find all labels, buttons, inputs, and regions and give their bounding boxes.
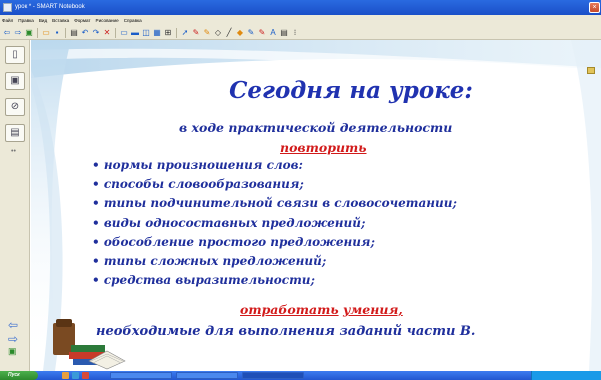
list-item: типы сложных предложений; — [92, 252, 457, 271]
page-folder-icon[interactable] — [587, 67, 595, 74]
open-icon[interactable]: ▭ — [41, 28, 51, 38]
start-button[interactable]: Пуск — [0, 371, 38, 380]
gallery-icon[interactable]: ▣ — [5, 72, 25, 90]
practice-keyword-line: отработать умения, — [240, 302, 403, 317]
pen-icon[interactable]: ✎ — [191, 28, 201, 38]
forward-icon[interactable]: ⇨ — [13, 28, 23, 38]
menu-bar: Файл Правка Вид Вставка Формат Рисование… — [0, 15, 601, 26]
notebook-page[interactable]: Сегодня на уроке: в ходе практической де… — [31, 40, 601, 371]
system-tray — [531, 371, 601, 380]
slide-title: Сегодня на уроке: — [229, 77, 473, 104]
more-icon[interactable]: ⁝ — [290, 28, 300, 38]
side-tab-bar: ▯ ▣ ⊘ ▤ •• ⇦ ⇨ ▣ — [0, 40, 30, 371]
window-title: урок * - SMART Notebook — [15, 4, 85, 10]
menu-file[interactable]: Файл — [2, 15, 13, 26]
capture-icon[interactable]: ▦ — [152, 28, 162, 38]
add-page-icon[interactable]: ▣ — [24, 28, 34, 38]
line-icon[interactable]: ╱ — [224, 28, 234, 38]
text-icon[interactable]: A — [268, 28, 278, 38]
taskbar-window-button-active[interactable] — [242, 372, 304, 379]
dual-page-icon[interactable]: ◫ — [141, 28, 151, 38]
menu-draw[interactable]: Рисование — [96, 15, 119, 26]
attachments-icon[interactable]: ⊘ — [5, 98, 25, 116]
paste-icon[interactable]: ▤ — [69, 28, 79, 38]
quicklaunch-icon[interactable] — [62, 372, 69, 379]
creative-pen-icon[interactable]: ✎ — [202, 28, 212, 38]
delete-icon[interactable]: ✕ — [102, 28, 112, 38]
properties-icon[interactable]: ▤ — [279, 28, 289, 38]
menu-format[interactable]: Формат — [74, 15, 90, 26]
shape-icon[interactable]: ◆ — [235, 28, 245, 38]
select-icon[interactable]: ➚ — [180, 28, 190, 38]
redo-icon[interactable]: ↷ — [91, 28, 101, 38]
repeat-keyword: повторить — [280, 140, 367, 155]
properties-icon[interactable]: ▤ — [5, 124, 25, 142]
undo-icon[interactable]: ↶ — [80, 28, 90, 38]
skills-keyword: умения, — [342, 302, 403, 317]
toolbar-divider — [176, 27, 177, 38]
toolbar-divider — [115, 27, 116, 38]
menu-edit[interactable]: Правка — [18, 15, 34, 26]
save-icon[interactable]: ▪ — [52, 28, 62, 38]
list-item: нормы произношения слов: — [92, 156, 457, 175]
taskbar-window-button[interactable] — [176, 372, 238, 379]
list-item: обособление простого предложения; — [92, 233, 457, 252]
practice-keyword: отработать — [240, 302, 339, 317]
slide-subtitle: в ходе практической деятельности — [179, 120, 453, 135]
taskbar-window-button[interactable] — [110, 372, 172, 379]
fill-icon[interactable]: ✎ — [246, 28, 256, 38]
toolbar-divider — [37, 27, 38, 38]
app-icon — [3, 3, 12, 12]
list-item: способы словообразования; — [92, 175, 457, 194]
toolbar-divider — [65, 27, 66, 38]
page-sorter-icon[interactable]: ▯ — [5, 46, 25, 64]
quicklaunch-icon[interactable] — [82, 372, 89, 379]
close-button[interactable]: × — [589, 2, 600, 13]
table-icon[interactable]: ⊞ — [163, 28, 173, 38]
add-page-side-icon[interactable]: ▣ — [8, 346, 17, 357]
menu-view[interactable]: Вид — [39, 15, 47, 26]
title-bar: урок * - SMART Notebook × — [0, 0, 601, 15]
drag-handle-icon[interactable]: •• — [11, 148, 16, 155]
windows-taskbar: Пуск — [0, 371, 601, 380]
smart-notebook-window: урок * - SMART Notebook × Файл Правка Ви… — [0, 0, 601, 380]
next-page-icon[interactable]: ⇨ — [8, 332, 18, 346]
quicklaunch-icon[interactable] — [72, 372, 79, 379]
closing-line: необходимые для выполнения заданий части… — [96, 324, 476, 339]
previous-page-icon[interactable]: ⇦ — [8, 318, 18, 332]
books-clipart — [53, 319, 126, 370]
screen-shade-icon[interactable]: ▭ — [119, 28, 129, 38]
list-item: средства выразительности; — [92, 271, 457, 290]
list-item: виды односоставных предложений; — [92, 214, 457, 233]
full-screen-icon[interactable]: ▬ — [130, 28, 140, 38]
list-item: типы подчинительной связи в словосочетан… — [92, 194, 457, 213]
magic-pen-icon[interactable]: ✎ — [257, 28, 267, 38]
menu-insert[interactable]: Вставка — [52, 15, 69, 26]
menu-help[interactable]: Справка — [124, 15, 142, 26]
eraser-icon[interactable]: ◇ — [213, 28, 223, 38]
toolbar: ⇦ ⇨ ▣ ▭ ▪ ▤ ↶ ↷ ✕ ▭ ▬ ◫ ▦ ⊞ ➚ ✎ ✎ ◇ ╱ ◆ … — [0, 26, 601, 40]
back-icon[interactable]: ⇦ — [2, 28, 12, 38]
topic-list: нормы произношения слов: способы словооб… — [92, 156, 457, 290]
